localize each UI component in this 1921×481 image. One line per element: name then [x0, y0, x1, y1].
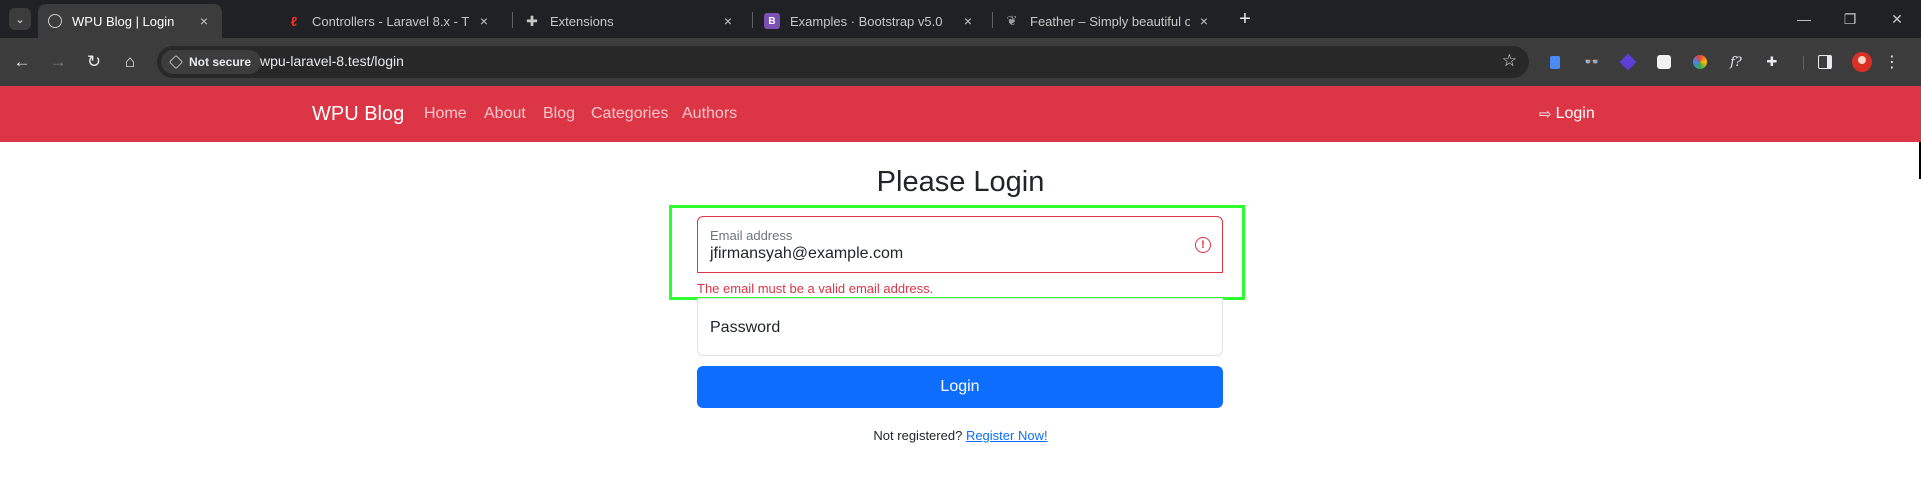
close-icon[interactable]: × [960, 13, 976, 29]
register-prompt-text: Not registered? [873, 428, 963, 443]
page-title: Please Login [876, 166, 1045, 198]
window-close-icon[interactable]: ✕ [1884, 6, 1910, 32]
extension-docs-icon[interactable] [1545, 52, 1565, 72]
close-icon[interactable]: × [196, 13, 212, 29]
register-link[interactable]: Register Now! [966, 428, 1048, 443]
toolbar-separator [1803, 56, 1804, 70]
browser-toolbar: ← → ↻ ⌂ Not secure wpu-laravel-8.test/lo… [0, 38, 1921, 86]
close-icon[interactable]: × [1196, 13, 1212, 29]
feather-icon: ❦ [1006, 13, 1018, 28]
url-text[interactable]: wpu-laravel-8.test/login [260, 53, 404, 69]
side-panel-icon[interactable] [1815, 52, 1835, 72]
laravel-icon: ℓ [290, 13, 298, 29]
reload-icon[interactable]: ↻ [82, 50, 106, 74]
address-bar[interactable]: Not secure wpu-laravel-8.test/login ☆ [157, 46, 1529, 78]
nav-link-home[interactable]: Home [424, 105, 467, 123]
email-field[interactable]: Email address jfirmansyah@example.com ! [697, 216, 1223, 273]
invalid-icon: ! [1195, 237, 1211, 253]
globe-icon [48, 14, 62, 28]
close-icon[interactable]: × [476, 13, 492, 29]
tab-bootstrap-examples[interactable]: B Examples · Bootstrap v5.0 × [754, 4, 986, 38]
password-field[interactable]: Password [697, 298, 1223, 356]
tab-strip: ⌄ WPU Blog | Login × ℓ Controllers - Lar… [0, 0, 1921, 38]
tab-wpu-login[interactable]: WPU Blog | Login × [38, 4, 222, 38]
navbar-login-link[interactable]: ⇨ Login [1539, 105, 1595, 123]
security-chip[interactable]: Not secure [161, 50, 262, 74]
new-tab-button[interactable]: + [1234, 8, 1256, 30]
email-error-message: The email must be a valid email address. [697, 281, 934, 296]
puzzle-icon: ✚ [526, 12, 538, 29]
tab-laravel-controllers[interactable]: ℓ Controllers - Laravel 8.x - The PHP × [276, 4, 502, 38]
home-icon[interactable]: ⌂ [118, 50, 142, 74]
tab-title: Feather – Simply beautiful open source i… [1030, 13, 1190, 29]
tab-feather-icons[interactable]: ❦ Feather – Simply beautiful open source… [994, 4, 1222, 38]
tab-title: Extensions [550, 13, 614, 29]
menu-icon[interactable]: ⋮ [1880, 50, 1904, 74]
nav-link-about[interactable]: About [484, 105, 526, 123]
navbar-brand[interactable]: WPU Blog [312, 103, 404, 126]
restore-icon[interactable]: ❐ [1837, 6, 1863, 32]
nav-link-categories[interactable]: Categories [591, 105, 668, 123]
tab-title: Controllers - Laravel 8.x - The PHP [312, 13, 470, 29]
tab-search-icon[interactable]: ⌄ [9, 8, 31, 30]
extension-cube-icon[interactable] [1618, 52, 1638, 72]
bootstrap-icon: B [764, 13, 780, 29]
password-placeholder: Password [710, 319, 781, 336]
warning-icon [169, 55, 183, 69]
tab-separator [992, 12, 993, 28]
security-chip-label: Not secure [189, 55, 252, 69]
forward-icon[interactable]: → [46, 50, 70, 74]
login-button[interactable]: Login [697, 366, 1223, 408]
login-icon: ⇨ [1539, 106, 1552, 123]
register-prompt: Not registered? Register Now! [0, 428, 1921, 443]
tab-separator [752, 12, 753, 28]
star-icon[interactable]: ☆ [1502, 51, 1517, 71]
extension-fonts-icon[interactable]: f? [1726, 52, 1746, 72]
extension-shield-icon[interactable] [1654, 52, 1674, 72]
profile-avatar[interactable] [1852, 52, 1872, 72]
tab-extensions[interactable]: ✚ Extensions × [514, 4, 746, 38]
tab-title: Examples · Bootstrap v5.0 [790, 13, 943, 29]
close-icon[interactable]: × [720, 13, 736, 29]
nav-link-blog[interactable]: Blog [543, 105, 575, 123]
minimize-icon[interactable]: — [1791, 6, 1817, 32]
tab-title: WPU Blog | Login [72, 13, 175, 29]
navbar-login-label: Login [1555, 105, 1595, 122]
site-navbar: WPU Blog Home About Blog Categories Auth… [0, 86, 1921, 142]
email-label: Email address [710, 228, 793, 243]
extension-glasses-icon[interactable]: 👓 [1582, 52, 1602, 72]
email-value: jfirmansyah@example.com [710, 245, 904, 262]
nav-link-authors[interactable]: Authors [682, 105, 737, 123]
back-icon[interactable]: ← [10, 50, 34, 74]
extension-colors-icon[interactable] [1690, 52, 1710, 72]
extensions-puzzle-icon[interactable]: ✚ [1762, 52, 1782, 72]
tab-separator [512, 12, 513, 28]
